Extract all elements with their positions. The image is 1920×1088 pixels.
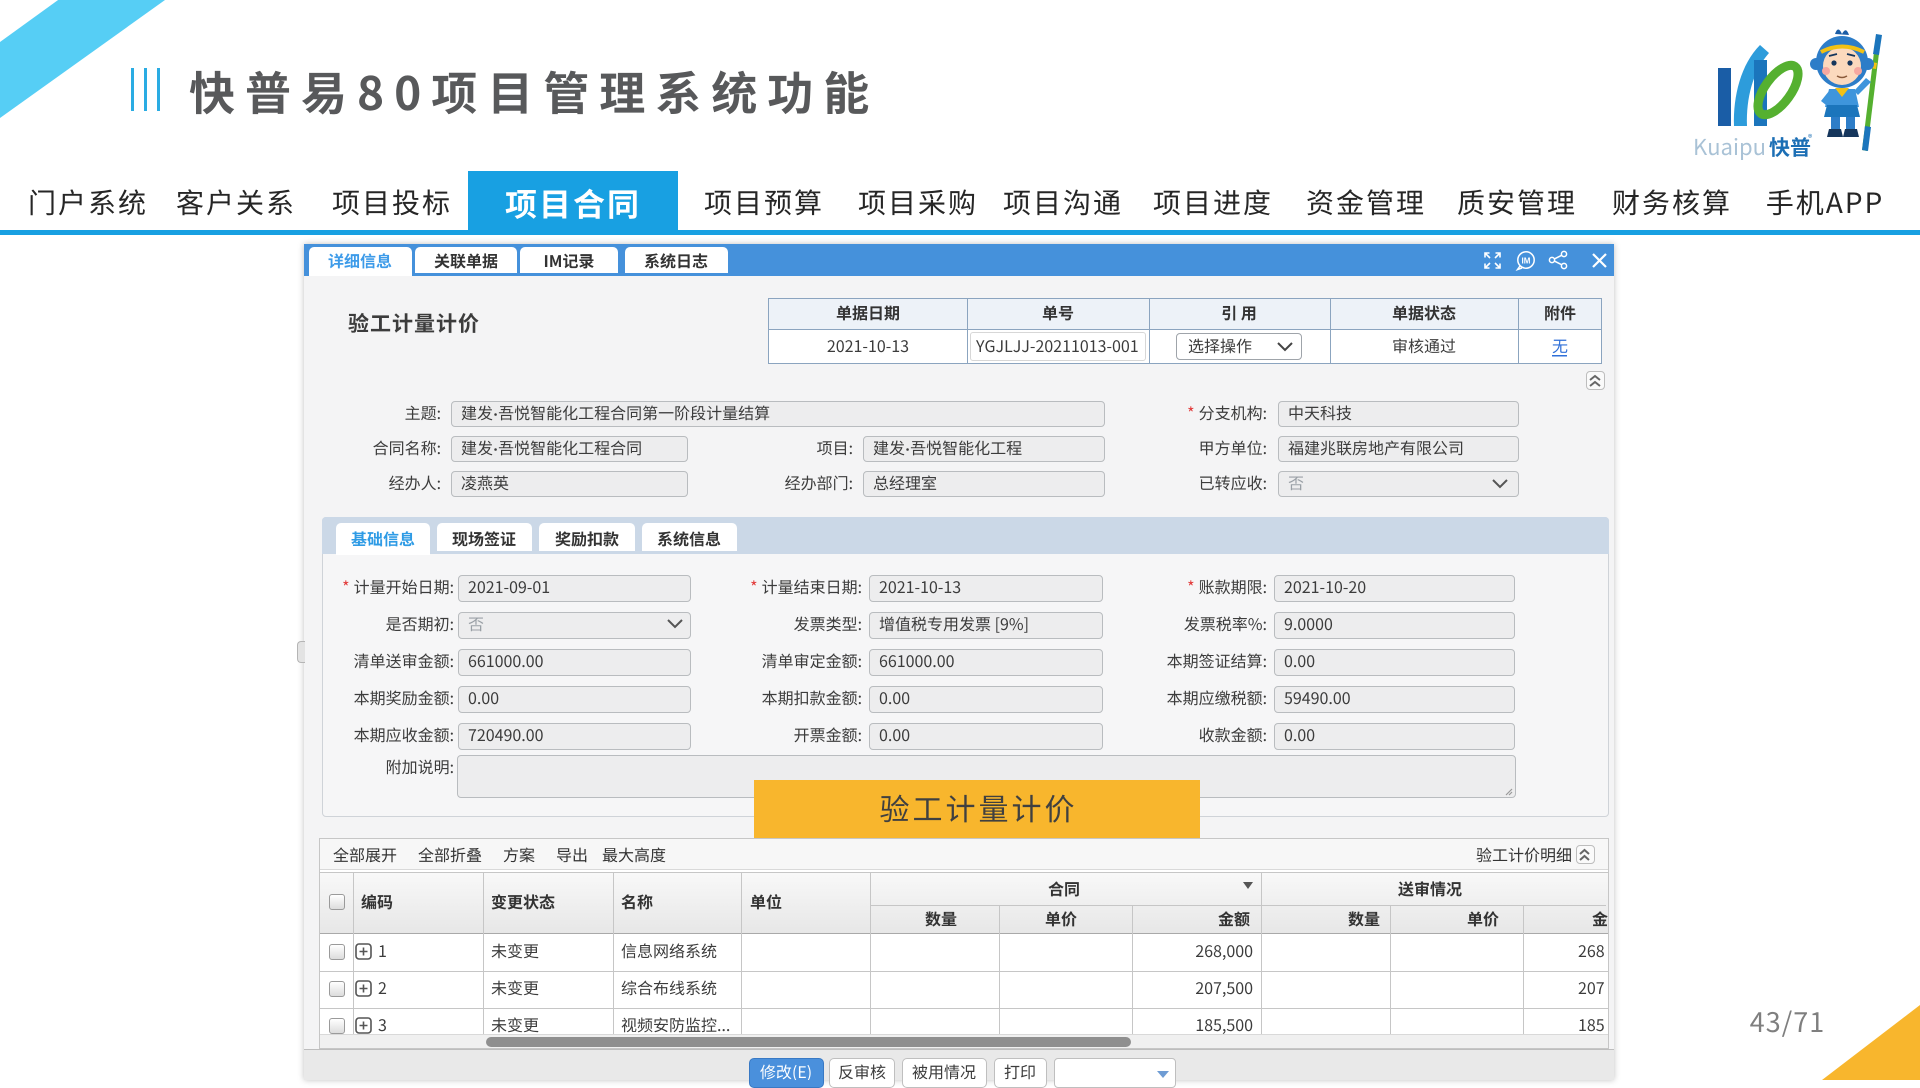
svg-text:IM: IM [1522, 257, 1531, 266]
